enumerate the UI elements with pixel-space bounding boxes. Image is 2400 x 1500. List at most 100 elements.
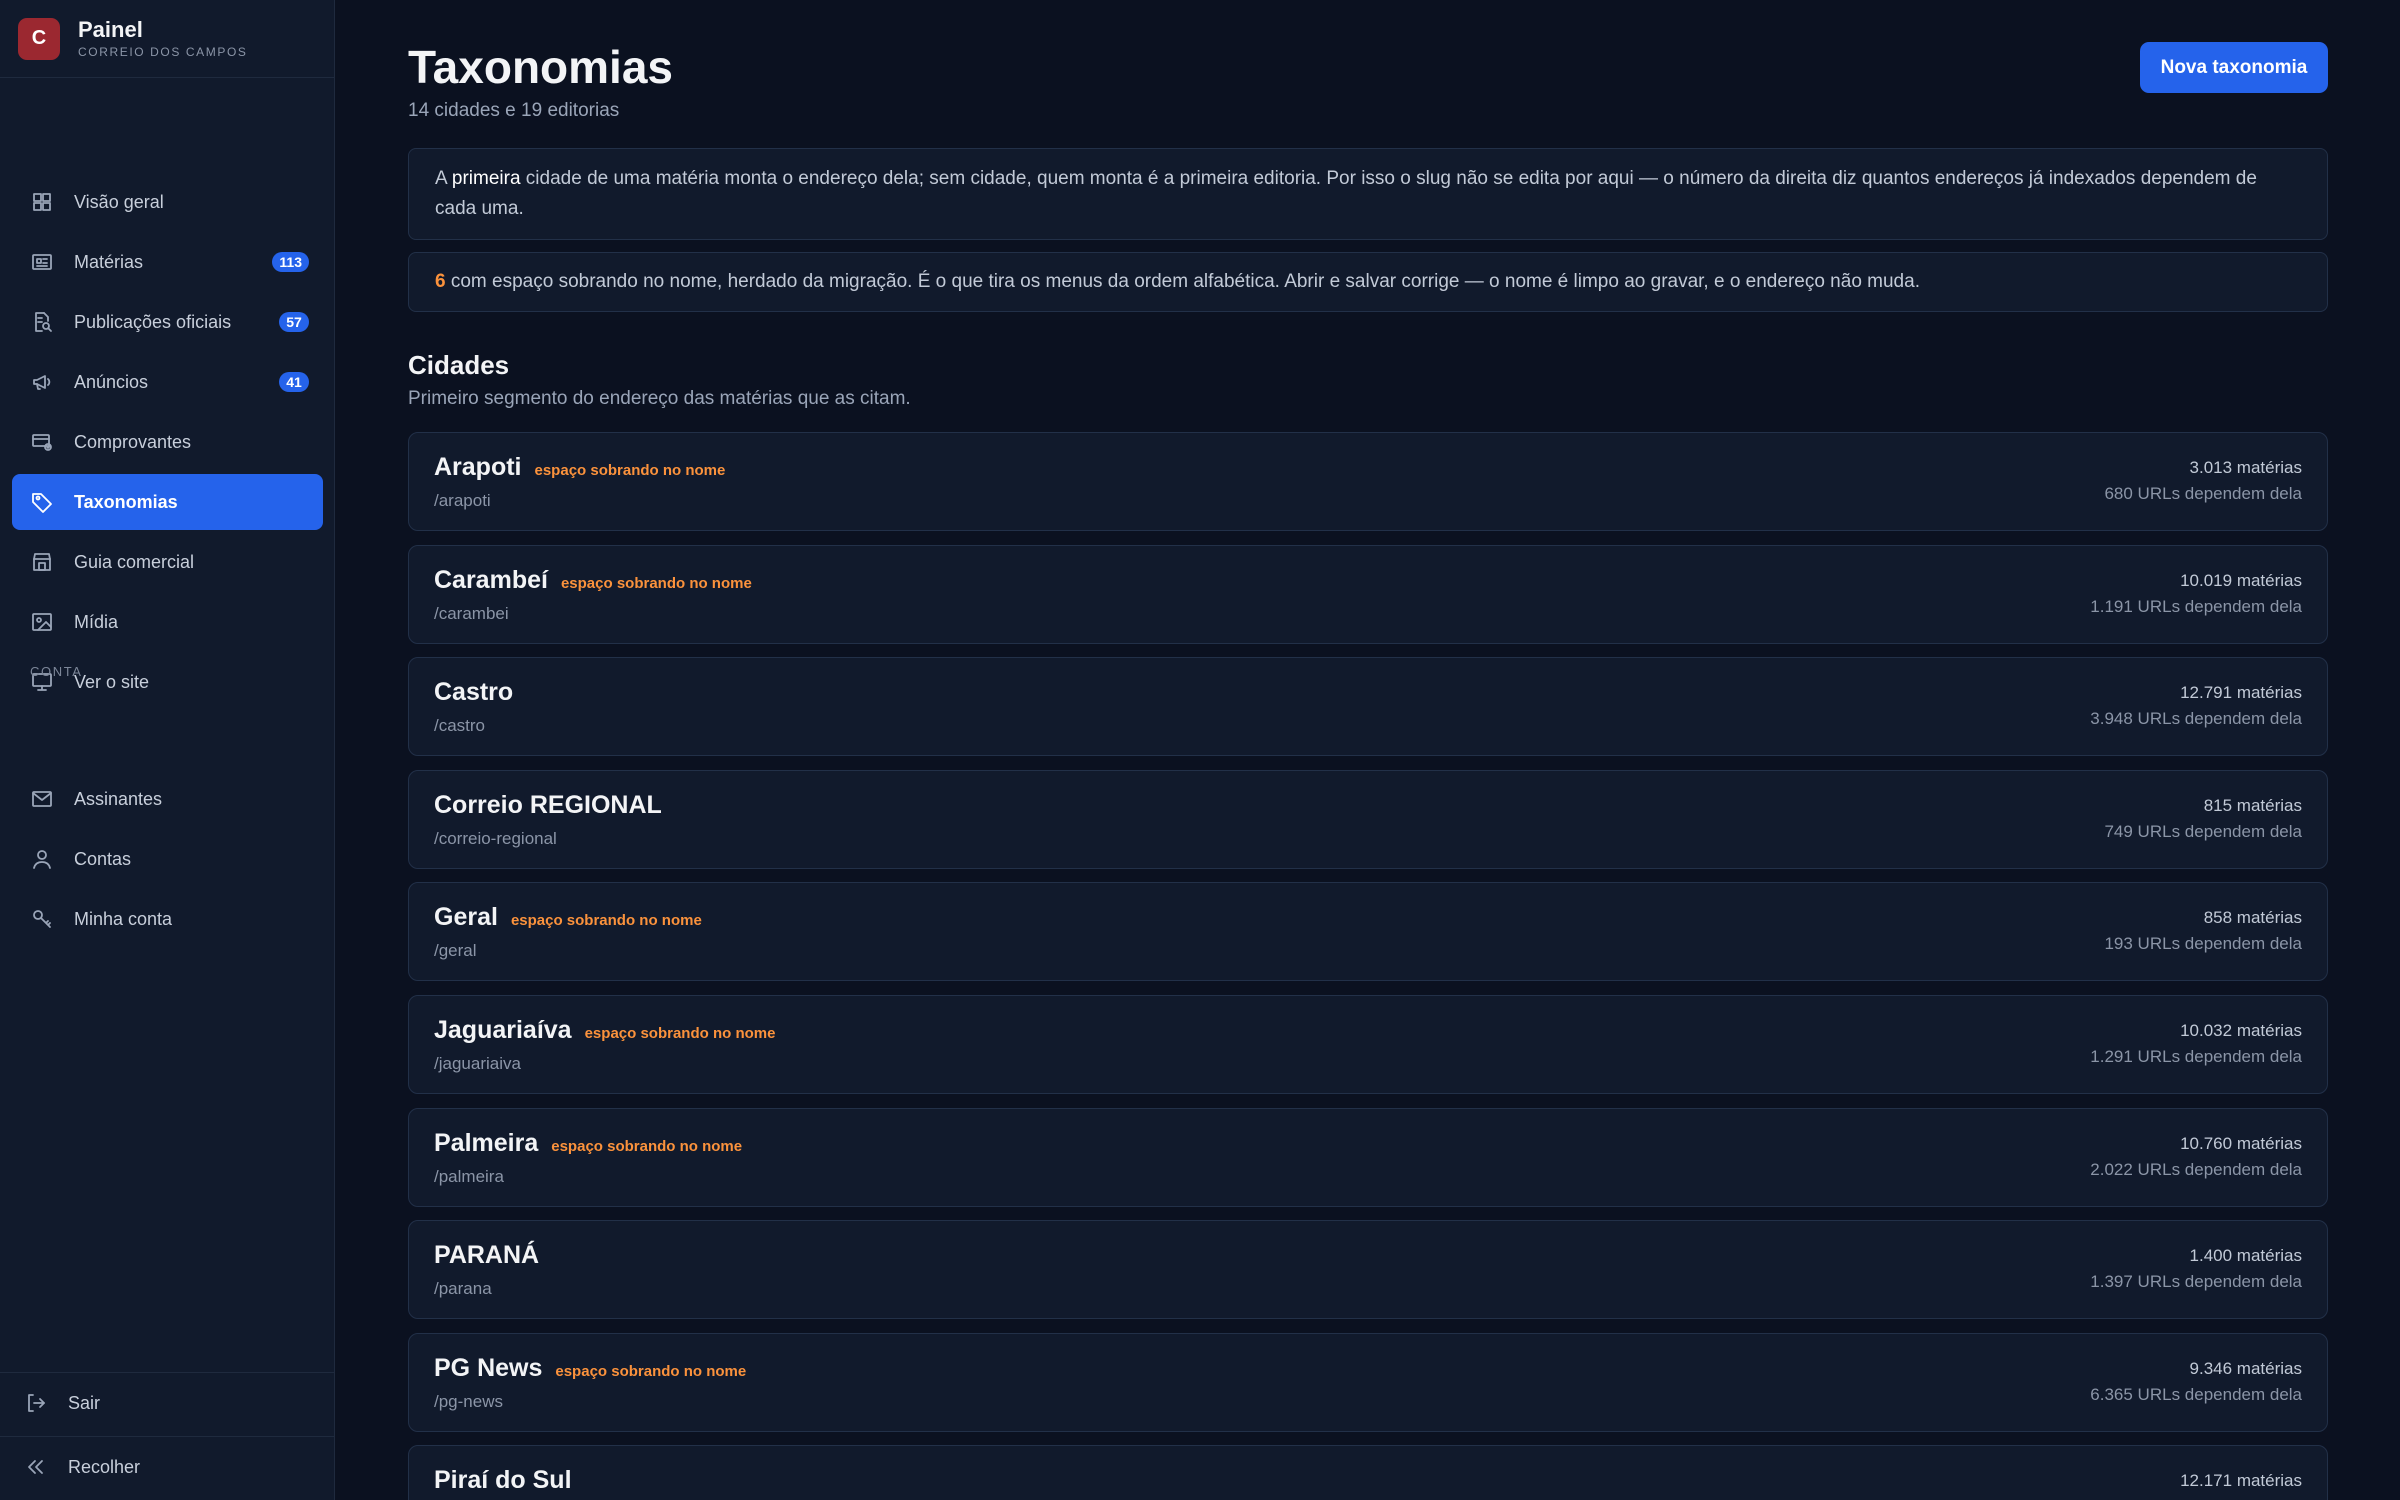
sidebar-item-label: Guia comercial (74, 551, 195, 572)
city-slug: /geral (434, 941, 477, 961)
sidebar-item-label: Matérias (74, 251, 144, 272)
city-name-row: Castro (434, 678, 513, 707)
whitespace-warning-tag: espaço sobrando no nome (584, 1025, 776, 1042)
sidebar-item-contas[interactable]: Contas (12, 831, 323, 887)
article-count: 815 matérias (2203, 795, 2302, 815)
page-title: Taxonomias (408, 41, 673, 93)
city-slug: /correio-regional (434, 828, 557, 848)
count-badge: 57 (279, 312, 309, 332)
receipt-icon (30, 430, 54, 454)
city-card[interactable]: Castro/castro 12.791 matérias 3.948 URLs d… (408, 657, 2328, 757)
info-text: cidade de uma matéria monta o endereço d… (435, 168, 2257, 219)
info-notice: A primeira cidade de uma matéria monta o… (408, 148, 2328, 240)
logout-button[interactable]: Sair (24, 1391, 100, 1415)
account-section-label: CONTA (30, 664, 83, 679)
city-card[interactable]: Carambeí espaço sobrando no nome/carambei… (408, 544, 2328, 644)
city-card[interactable]: Geral espaço sobrando no nome/geral 858 ma… (408, 882, 2328, 982)
city-slug: /castro (434, 716, 486, 736)
mail-icon (30, 787, 54, 811)
dependent-urls: 6.365 URLs dependem dela (2090, 1384, 2302, 1404)
tag-icon (30, 490, 54, 514)
sidebar-item-label: Comprovantes (74, 431, 192, 452)
collapse-label: Recolher (68, 1456, 141, 1477)
new-taxonomy-button[interactable]: Nova taxonomia (2140, 42, 2328, 93)
sidebar-item-label: Minha conta (74, 908, 173, 929)
city-name: Castro (434, 678, 514, 707)
city-name-row: PG News espaço sobrando no nome (434, 1354, 746, 1383)
key-icon (30, 907, 54, 931)
page-subtitle: 14 cidades e 19 editorias (408, 100, 620, 121)
city-name-row: Piraí do Sul (434, 1466, 572, 1495)
article-count: 10.760 matérias (2180, 1133, 2302, 1153)
cities-subtitle: Primeiro segmento do endereço das matéri… (408, 388, 911, 409)
image-icon (30, 610, 54, 634)
sidebar: C Painel CORREIO DOS CAMPOS Visão geral M… (0, 0, 335, 1500)
sidebar-item-materias[interactable]: Matérias 113 (12, 234, 323, 290)
city-card[interactable]: PARANÁ/parana 1.400 matérias 1.397 URLs de… (408, 1220, 2328, 1320)
city-card[interactable]: PG News espaço sobrando no nome/pg-news 9.… (408, 1332, 2328, 1432)
sidebar-item-anuncios[interactable]: Anúncios 41 (12, 354, 323, 410)
sidebar-item-visao-geral[interactable]: Visão geral (12, 174, 323, 230)
city-name: Carambeí (434, 565, 548, 594)
sidebar-item-label: Visão geral (74, 191, 164, 212)
chevrons-left-icon (24, 1455, 48, 1479)
sidebar-item-ver-o-site[interactable]: Ver o site (12, 654, 323, 710)
article-count: 1.400 matérias (2189, 1246, 2302, 1266)
sidebar-item-assinantes[interactable]: Assinantes (12, 771, 323, 827)
city-card[interactable]: Arapoti espaço sobrando no nome/arapoti 3.… (408, 432, 2328, 531)
sidebar-item-label: Anúncios (74, 371, 149, 392)
city-slug: /jaguariaiva (434, 1054, 521, 1073)
sidebar-item-guia-comercial[interactable]: Guia comercial (12, 534, 323, 590)
dependent-urls: 749 URLs dependem dela (2104, 821, 2302, 841)
sidebar-item-minha-conta[interactable]: Minha conta (12, 891, 323, 947)
city-name-row: Palmeira espaço sobrando no nome (434, 1129, 742, 1158)
city-name-row: Arapoti espaço sobrando no nome (434, 453, 725, 482)
brand[interactable]: C Painel CORREIO DOS CAMPOS (0, 0, 334, 78)
city-name-row: Carambeí espaço sobrando no nome (434, 566, 752, 595)
city-name: PARANÁ (434, 1241, 540, 1270)
warning-text: com espaço sobrando no nome, herdado da … (445, 271, 1920, 292)
city-slug: /palmeira (434, 1166, 504, 1186)
article-count: 858 matérias (2203, 908, 2302, 928)
brand-subtitle: CORREIO DOS CAMPOS (78, 45, 248, 59)
article-count: 12.171 matérias (2180, 1471, 2302, 1491)
collapse-button[interactable]: Recolher (24, 1455, 140, 1479)
city-name: Arapoti (434, 453, 522, 481)
city-name-row: Jaguariaíva espaço sobrando no nome (434, 1016, 775, 1045)
count-badge: 113 (272, 252, 309, 272)
cities-title: Cidades (408, 350, 510, 380)
whitespace-warning-tag: espaço sobrando no nome (560, 574, 752, 592)
dependent-urls: 193 URLs dependem dela (2104, 934, 2302, 954)
sidebar-item-midia[interactable]: Mídia (12, 594, 323, 650)
city-card[interactable]: Palmeira espaço sobrando no nome/palmeira… (408, 1107, 2328, 1207)
dependent-urls: 2.022 URLs dependem dela (2090, 1159, 2302, 1179)
sidebar-item-taxonomias[interactable]: Taxonomias (12, 474, 323, 530)
brand-logo: C (18, 17, 60, 60)
info-prefix: A (435, 168, 452, 189)
city-name-row: Correio REGIONAL (434, 791, 662, 820)
article-count: 12.791 matérias (2180, 683, 2302, 703)
city-name: Palmeira (434, 1128, 539, 1157)
sidebar-item-publicacoes-oficiais[interactable]: Publicações oficiais 57 (12, 294, 323, 350)
sidebar-item-label: Taxonomias (74, 491, 178, 512)
whitespace-warning-tag: espaço sobrando no nome (555, 1362, 747, 1380)
sidebar-item-comprovantes[interactable]: Comprovantes (12, 414, 323, 470)
info-bold: primeira (451, 168, 521, 189)
city-name: Correio REGIONAL (434, 790, 662, 819)
city-name: PG News (434, 1353, 543, 1382)
city-slug: /pg-news (434, 1391, 503, 1411)
sidebar-item-label: Contas (74, 848, 132, 869)
city-card[interactable]: Jaguariaíva espaço sobrando no nome/jagua… (408, 995, 2328, 1094)
warning-count: 6 (435, 271, 446, 292)
newspaper-icon (30, 250, 54, 274)
warning-notice: 6 com espaço sobrando no nome, herdado d… (408, 252, 2328, 312)
article-count: 10.032 matérias (2180, 1021, 2302, 1040)
city-card[interactable]: Correio REGIONAL/correio-regional 815 mat… (408, 769, 2328, 869)
article-count: 3.013 matérias (2189, 458, 2302, 477)
user-icon (30, 847, 54, 871)
store-icon (30, 550, 54, 574)
count-badge: 41 (279, 372, 309, 392)
divider (0, 1372, 335, 1373)
city-card[interactable]: Piraí do Sul 12.171 matérias (408, 1445, 2328, 1500)
city-slug: /parana (434, 1279, 492, 1299)
